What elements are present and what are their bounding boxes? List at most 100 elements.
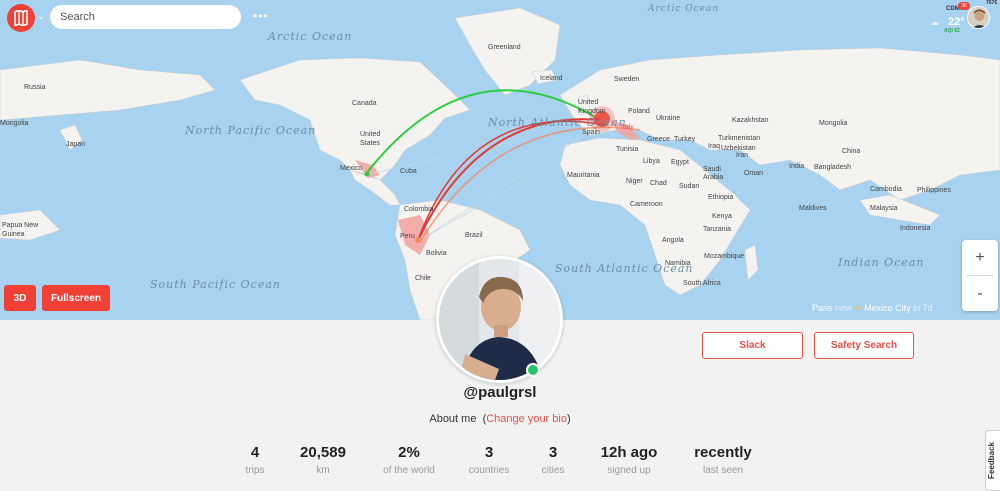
profile-username: @paulgrsl	[463, 384, 537, 401]
stat-label: last seen	[702, 465, 744, 476]
country-label: Philippines	[917, 187, 951, 194]
country-label: Chad	[650, 180, 667, 187]
country-label: Angola	[662, 237, 684, 244]
app-logo-button[interactable]	[7, 4, 35, 32]
country-label: Italy	[621, 124, 634, 131]
country-label: Iran	[736, 152, 749, 159]
country-label: Sweden	[614, 76, 640, 83]
country-label: Sudan	[679, 183, 700, 190]
weather-widget[interactable]: ☁ CDM 22° AQI 62	[928, 6, 968, 36]
north-america-shape	[239, 57, 471, 181]
about-me-label: About me	[429, 413, 477, 425]
3d-toggle-button[interactable]: 3D	[4, 285, 36, 311]
country-label: Ukraine	[656, 115, 681, 122]
country-label: United States	[360, 131, 381, 147]
country-label: Canada	[352, 100, 377, 107]
country-label: India	[789, 163, 805, 170]
plane-icon: ✈	[854, 303, 862, 313]
ocean-label-indian: Indian Ocean	[838, 256, 925, 269]
country-label: Turkmenistan	[718, 135, 761, 142]
feedback-label: Feedback	[987, 442, 996, 479]
weather-temp: 22°	[948, 16, 965, 28]
route-now: now	[835, 303, 852, 313]
country-label: China	[842, 148, 861, 155]
map-logo-icon	[14, 10, 28, 26]
country-label: Tanzania	[703, 226, 732, 233]
country-label: Namibia	[665, 260, 691, 267]
country-label: Poland	[628, 108, 650, 115]
country-label: Oman	[744, 170, 764, 177]
country-label: Chile	[415, 275, 431, 282]
route-from: Paris	[812, 303, 833, 313]
stat-value: 12h ago	[600, 444, 658, 461]
about-me-line: About me (Change your bio)	[429, 413, 571, 425]
city-marker-mexico	[364, 171, 370, 177]
country-label: Greenland	[488, 44, 521, 51]
country-label: Colombia	[404, 206, 434, 213]
feedback-tab[interactable]: Feedback	[985, 430, 1000, 491]
country-label: Greece	[647, 136, 670, 143]
stat-world: 2% of the world	[364, 444, 454, 476]
stat-label: km	[316, 465, 330, 476]
country-label: Cameroon	[630, 201, 663, 208]
profile-avatar	[436, 256, 563, 383]
country-label: Ethiopia	[708, 194, 734, 201]
country-label: South Africa	[683, 280, 721, 287]
online-status-indicator	[526, 363, 540, 377]
country-label: Peru	[400, 233, 415, 240]
country-label: Mexico	[340, 165, 363, 172]
country-label: Maldives	[799, 205, 827, 212]
country-label: Mongolia	[819, 120, 848, 127]
country-label: Spain	[582, 129, 600, 136]
city-marker-lima	[415, 237, 421, 243]
country-label: Mozambique	[704, 253, 745, 260]
country-label: Tunisia	[616, 146, 639, 153]
country-label: Russia	[24, 84, 46, 91]
country-label: Iraq	[708, 143, 721, 150]
fullscreen-button[interactable]: Fullscreen	[42, 285, 110, 311]
route-eta: in 7d	[913, 303, 933, 313]
country-label: Uzbekistan	[721, 145, 756, 152]
country-label: Niger	[626, 178, 643, 185]
country-label: Libya	[643, 158, 660, 165]
country-label: Indonesia	[900, 225, 931, 232]
safety-search-button[interactable]: Safety Search	[814, 332, 914, 359]
zoom-control: + -	[962, 240, 998, 311]
ocean-label-arctic: Arctic Ocean	[268, 30, 353, 43]
ocean-label-south-pacific: South Pacific Ocean	[150, 278, 281, 291]
ocean-label-arctic-right: Arctic Ocean	[648, 4, 720, 14]
cloud-icon: ☁	[930, 17, 939, 27]
route-caption: Paris now ✈ Mexico City in 7d	[812, 303, 933, 314]
country-label: Turkey	[674, 136, 696, 143]
cost-badge: 767€	[986, 0, 998, 6]
country-label: Mauritania	[567, 172, 600, 179]
profile-photo	[439, 259, 560, 380]
stat-label: of the world	[383, 465, 435, 476]
search-input[interactable]	[50, 5, 241, 29]
country-label: Egypt	[671, 159, 689, 166]
slack-button[interactable]: Slack	[702, 332, 803, 359]
zoom-in-button[interactable]: +	[962, 240, 998, 275]
country-label: Japan	[66, 141, 86, 148]
zoom-out-button[interactable]: -	[962, 276, 998, 311]
weather-aqi: AQI 62	[944, 28, 960, 34]
country-label: Malaysia	[870, 205, 898, 212]
stat-label: signed up	[607, 465, 651, 476]
profile-stats: 4 trips 20,589 km 2% of the world 3 coun…	[0, 444, 1000, 484]
stat-value: 2%	[398, 444, 420, 461]
country-label: Bangladesh	[814, 164, 851, 171]
country-label: Cambodia	[870, 186, 902, 193]
more-menu-icon[interactable]: •••	[253, 9, 269, 23]
country-label: Saudi Arabia	[703, 166, 724, 181]
stat-last-seen: recently last seen	[678, 444, 768, 476]
change-bio-link[interactable]: Change your bio	[486, 413, 567, 425]
country-label: Papua New Guinea	[2, 222, 39, 238]
country-label: Kazakhstan	[732, 117, 769, 124]
country-label: United Kingdom	[578, 99, 606, 115]
chevron-down-icon[interactable]: ⌄	[37, 11, 45, 22]
stat-km: 20,589 km	[278, 444, 368, 476]
avatar[interactable]	[967, 6, 990, 29]
notification-badge[interactable]: 30	[958, 2, 970, 10]
country-label: Mongolia	[0, 120, 29, 127]
stat-value: 20,589	[300, 444, 346, 461]
